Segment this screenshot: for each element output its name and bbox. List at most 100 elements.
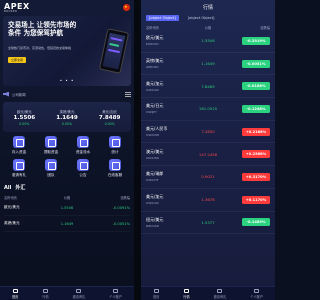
headset-icon [109, 159, 121, 171]
market-row[interactable]: 美元/加元 USDCAD 7.8489 -0.0188% [141, 75, 275, 99]
quote-card[interactable]: 英镑/美元 1.1649 0.00% [56, 109, 78, 126]
pair-price: 1.5506 [201, 38, 215, 44]
pair-change: -0.2919% [229, 36, 270, 45]
invite-button[interactable]: 邀请有礼 [3, 159, 35, 178]
withdraw-icon [45, 136, 57, 148]
banner-title: 交易场上 让领先市场的条件 为您保驾护航 [8, 21, 77, 37]
top-bar: APEX BROKER [0, 0, 134, 14]
table-row[interactable]: 欧元/美元 1.5506 -0.0091% [4, 200, 130, 216]
table-header: 名称代码 价格 涨跌幅 [4, 196, 130, 200]
pair-name: 欧元/美元 EURUSD [146, 35, 164, 47]
change-badge: +0.2168% [241, 127, 270, 136]
statistics-button[interactable]: 统计 [99, 136, 131, 155]
banner-subtitle: 全球热门货币对，高流动性，低延迟的交易体验 [8, 46, 72, 50]
promo-banner[interactable]: 交易场上 让领先市场的条件 为您保驾护航 全球热门货币对，高流动性，低延迟的交易… [3, 16, 131, 86]
pair-price: 7.2850 [201, 129, 215, 135]
banner-cta-button[interactable]: 立即交易 [8, 57, 27, 63]
market-row[interactable]: 美元/加元 USDCAD 1.3678 +0.1170% [141, 189, 275, 212]
pair-name: 纽元/美元 NZDUSD [146, 216, 164, 228]
team-icon [45, 159, 57, 171]
pair-price: 147.2458 [198, 151, 218, 157]
pair-name: 美元/加元 USDCAD [146, 80, 164, 92]
pair-price: 0.9021 [201, 174, 215, 180]
market-row[interactable]: 欧元/美元 EURUSD 1.5506 -0.2919% [141, 30, 275, 53]
page-title: 行情 [202, 4, 213, 11]
pair-name: 英镑/美元 GBPUSD [146, 58, 164, 70]
tab-market[interactable]: 行情 [42, 288, 49, 299]
tab-market[interactable]: 行情 [183, 288, 190, 299]
change-badge: -0.1489% [241, 218, 270, 227]
pair-change: -0.1248% [229, 104, 270, 113]
bottom-tab-bar: 首页 行情 邀请有礼 个人账户 [0, 286, 134, 300]
market-row[interactable]: 美元/人民币 USDCNH 7.2850 +0.2168% [141, 121, 275, 144]
announcement-button[interactable]: 公告 [67, 159, 99, 178]
funds-flow-icon [77, 136, 89, 148]
tab-account[interactable]: 个人账户 [109, 288, 122, 299]
tab-account[interactable]: 个人账户 [250, 288, 263, 299]
speaker-icon [3, 91, 9, 97]
table-row[interactable]: 英镑/美元 1.1649 -0.0051% [4, 216, 130, 232]
app-root: APEX BROKER 交易场上 让领先市场的条件 为您保驾护航 全球热门货币对… [0, 0, 275, 300]
news-label: 公司新闻 [12, 92, 26, 97]
pair-name: 美元/瑞郎 USDCHF [146, 171, 164, 183]
logo: APEX BROKER [4, 2, 30, 13]
change-badge: +0.2568% [241, 150, 270, 159]
customer-service-button[interactable]: 在线客服 [99, 159, 131, 178]
deposit-icon [13, 136, 25, 148]
market-screen: 行情 [object Object] [object Object] 名称代码 … [141, 0, 275, 300]
tab-forex[interactable]: 外汇 [15, 184, 25, 191]
market-row[interactable]: 澳元/美元 AUDUSD 147.2458 +0.2568% [141, 143, 275, 167]
carousel-dots[interactable]: • • • [3, 78, 131, 83]
announcement-icon [77, 159, 89, 171]
market-row[interactable]: 英镑/美元 GBPUSD 1.1649 -0.0051% [141, 53, 275, 76]
tab-forex[interactable]: [object Object] [185, 15, 218, 21]
pair-change: +0.2168% [229, 127, 270, 136]
change-badge: -0.0051% [241, 59, 270, 68]
quote-card[interactable]: 欧元/美元 1.5506 0.00% [14, 109, 36, 126]
pair-name: 美元/加元 USDCAD [146, 194, 164, 206]
withdraw-button[interactable]: 提取资金 [35, 136, 67, 155]
market-row[interactable]: 美元/瑞郎 USDCHF 0.9021 +0.3170% [141, 166, 275, 189]
quote-summary: 欧元/美元 1.5506 0.00% 英镑/美元 1.1649 0.00% 美元… [3, 102, 131, 132]
pair-change: -0.1489% [229, 218, 270, 227]
language-flag-icon[interactable] [123, 3, 130, 11]
market-row[interactable]: 美元/日元 USDJPY 161.0025 -0.1248% [141, 98, 275, 121]
pair-price: 7.8489 [201, 83, 215, 89]
bottom-tab-bar: 首页 行情 邀请有礼 个人账户 [141, 286, 275, 300]
funds-flow-button[interactable]: 资金流水 [67, 136, 99, 155]
change-badge: +0.3170% [241, 172, 270, 181]
phone-illustration [98, 28, 130, 74]
logo-subtext: BROKER [4, 9, 18, 13]
news-bar[interactable]: 公司新闻 [3, 88, 131, 100]
home-icon [153, 288, 159, 293]
change-badge: +0.1170% [241, 195, 270, 204]
pair-name: 澳元/美元 AUDUSD [146, 148, 164, 160]
tab-all[interactable]: [object Object] [146, 15, 179, 21]
pair-name: 美元/日元 USDJPY [146, 103, 164, 115]
pair-change: -0.0188% [229, 82, 270, 91]
home-icon [12, 288, 18, 293]
tab-invite[interactable]: 邀请有礼 [214, 288, 226, 299]
tab-invite[interactable]: 邀请有礼 [73, 288, 85, 299]
market-row[interactable]: 纽元/美元 NZDUSD 1.5377 -0.1489% [141, 212, 275, 235]
team-button[interactable]: 团队 [35, 159, 67, 178]
pair-change: +0.2568% [229, 150, 270, 159]
menu-icon[interactable] [125, 91, 131, 97]
user-icon [113, 288, 119, 293]
gift-icon [76, 288, 82, 293]
deposit-button[interactable]: 存入资金 [3, 136, 35, 155]
tab-home[interactable]: 首页 [153, 288, 159, 299]
quote-card[interactable]: 美元/加元 7.8489 0.00% [99, 109, 121, 126]
pair-change: +0.1170% [229, 195, 270, 204]
gift-icon [217, 288, 223, 293]
pair-price: 1.3678 [201, 197, 215, 203]
market-tabs: [object Object] [object Object] [141, 14, 275, 22]
change-badge: -0.0188% [241, 82, 270, 91]
tab-all[interactable]: All [4, 185, 11, 191]
feature-grid: 存入资金 提取资金 资金流水 统计 邀请有礼 团队 公告 在线客服 [3, 136, 131, 178]
statistics-icon [109, 136, 121, 148]
table-header: 名称代码 价格 涨跌幅 [146, 26, 270, 30]
change-badge: -0.2919% [241, 36, 270, 45]
tab-home[interactable]: 首页 [12, 288, 18, 299]
gift-icon [13, 159, 25, 171]
